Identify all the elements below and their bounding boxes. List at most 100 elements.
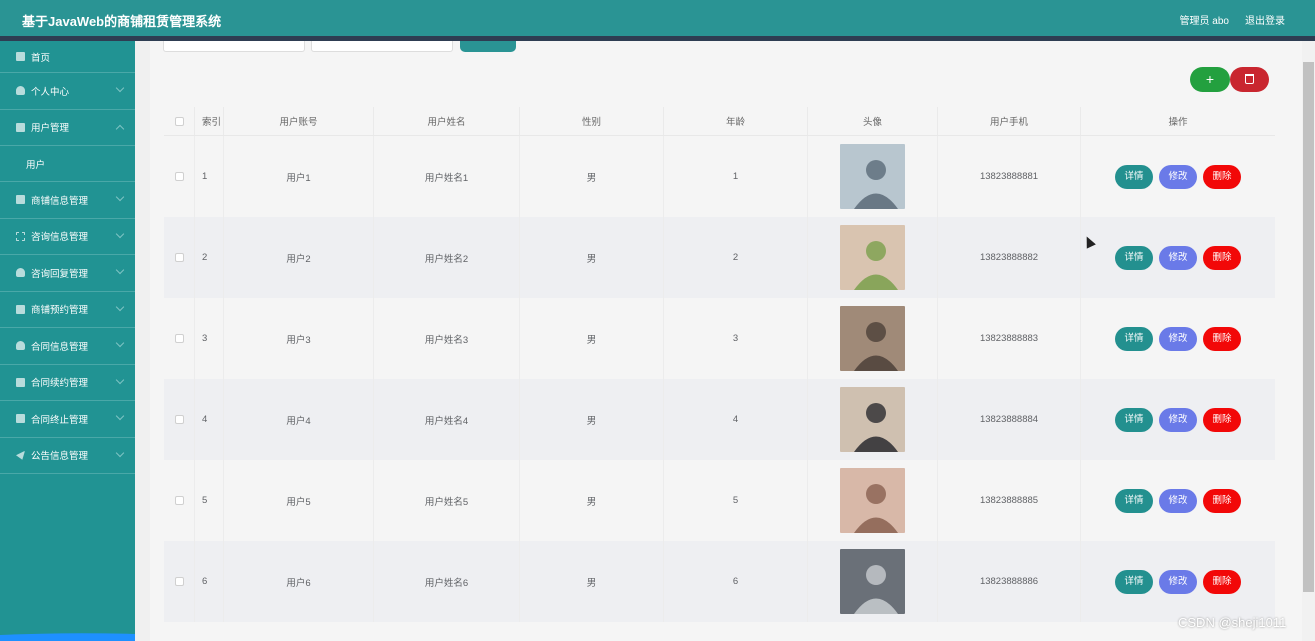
select-all-checkbox[interactable] xyxy=(174,116,184,126)
cell-gender: 男 xyxy=(520,298,664,379)
row-checkbox[interactable] xyxy=(174,172,184,181)
cell-age: 1 xyxy=(664,136,808,217)
row-checkbox[interactable] xyxy=(174,415,184,424)
watermark: CSDN @sheji1011 xyxy=(1178,615,1287,630)
edit-button[interactable]: 修改 xyxy=(1159,164,1197,189)
delete-button[interactable]: 删除 xyxy=(1203,245,1241,270)
delete-button[interactable]: 删除 xyxy=(1203,164,1241,189)
delete-button[interactable]: 删除 xyxy=(1203,488,1241,513)
sidebar-item-announcements[interactable]: 公告信息管理 xyxy=(0,438,135,474)
search-button[interactable] xyxy=(460,41,516,52)
sidebar-item-label: 合同信息管理 xyxy=(31,341,89,353)
chevron-down-icon xyxy=(115,448,125,457)
cell-select xyxy=(164,136,195,217)
column-header: 索引 xyxy=(195,107,224,135)
avatar xyxy=(840,549,905,614)
dashed-box-icon xyxy=(16,231,25,241)
search-input-name[interactable] xyxy=(311,41,453,52)
detail-button[interactable]: 详情 xyxy=(1115,164,1153,189)
cell-index: 2 xyxy=(195,217,224,298)
detail-button[interactable]: 详情 xyxy=(1115,569,1153,594)
main-content: + 索引 用户账号 用户姓名 性别 年龄 头像 用户手机 操作 1 用户1 用户姓名… xyxy=(150,41,1302,641)
cell-name: 用户姓名4 xyxy=(374,379,520,460)
cell-account: 用户3 xyxy=(224,298,374,379)
cell-gender: 男 xyxy=(520,217,664,298)
detail-button[interactable]: 详情 xyxy=(1115,245,1153,270)
detail-button[interactable]: 详情 xyxy=(1115,326,1153,351)
detail-button[interactable]: 详情 xyxy=(1115,488,1153,513)
cell-age: 6 xyxy=(664,541,808,622)
chart-icon xyxy=(16,304,25,314)
scrollbar-thumb[interactable] xyxy=(1303,62,1314,592)
detail-button[interactable]: 详情 xyxy=(1115,407,1153,432)
trash-icon xyxy=(1245,74,1254,84)
sidebar-item-user-management[interactable]: 用户管理 xyxy=(0,110,135,146)
app-title: 基于JavaWeb的商铺租赁管理系统 xyxy=(22,14,222,29)
row-checkbox[interactable] xyxy=(174,253,184,262)
cell-age: 2 xyxy=(664,217,808,298)
sidebar-item-consult-info[interactable]: 咨询信息管理 xyxy=(0,219,135,255)
cell-age: 4 xyxy=(664,379,808,460)
person-icon xyxy=(16,86,25,96)
current-user-label: 管理员 abo xyxy=(1179,16,1229,27)
avatar xyxy=(840,468,905,533)
cell-actions: 详情 修改 删除 xyxy=(1081,541,1275,622)
sidebar-item-shop-info[interactable]: 商铺信息管理 xyxy=(0,182,135,219)
row-checkbox[interactable] xyxy=(174,577,184,586)
avatar xyxy=(840,306,905,371)
sidebar-subitem-users[interactable]: 用户 xyxy=(0,146,135,182)
sidebar-item-label: 商铺预约管理 xyxy=(31,305,89,317)
sidebar-item-label: 个人中心 xyxy=(31,86,70,98)
cell-avatar xyxy=(808,298,938,379)
sidebar-item-label: 首页 xyxy=(31,52,51,64)
desk-icon xyxy=(16,414,25,424)
column-header: 用户手机 xyxy=(938,107,1081,135)
edit-button[interactable]: 修改 xyxy=(1159,488,1197,513)
row-checkbox[interactable] xyxy=(174,496,184,505)
cell-actions: 详情 修改 删除 xyxy=(1081,460,1275,541)
chevron-down-icon xyxy=(115,411,125,421)
edit-button[interactable]: 修改 xyxy=(1159,326,1197,351)
cell-index: 1 xyxy=(195,136,224,217)
cell-gender: 男 xyxy=(520,136,664,217)
sidebar-item-home[interactable]: 首页 xyxy=(0,41,135,73)
cell-actions: 详情 修改 删除 xyxy=(1081,136,1275,217)
cell-name: 用户姓名3 xyxy=(374,298,520,379)
cell-phone: 13823888882 xyxy=(938,217,1081,298)
table-header: 索引 用户账号 用户姓名 性别 年龄 头像 用户手机 操作 xyxy=(164,107,1275,136)
sidebar-item-shop-booking[interactable]: 商铺预约管理 xyxy=(0,292,135,328)
delete-button[interactable]: 删除 xyxy=(1203,569,1241,594)
delete-button[interactable]: 删除 xyxy=(1203,407,1241,432)
shop-icon xyxy=(16,195,25,205)
sidebar-item-label: 商铺信息管理 xyxy=(31,195,89,207)
add-button[interactable]: + xyxy=(1190,67,1230,92)
cell-name: 用户姓名5 xyxy=(374,460,520,541)
batch-delete-button[interactable] xyxy=(1230,67,1269,92)
edit-button[interactable]: 修改 xyxy=(1159,569,1197,594)
column-header: 性别 xyxy=(520,107,664,135)
sidebar-item-contract-renewal[interactable]: 合同续约管理 xyxy=(0,365,135,401)
edit-button[interactable]: 修改 xyxy=(1159,245,1197,270)
logout-link[interactable]: 退出登录 xyxy=(1245,12,1285,27)
cell-select xyxy=(164,217,195,298)
sidebar-item-profile[interactable]: 个人中心 xyxy=(0,73,135,110)
sidebar-item-contract-info[interactable]: 合同信息管理 xyxy=(0,328,135,365)
cell-avatar xyxy=(808,217,938,298)
cell-actions: 详情 修改 删除 xyxy=(1081,298,1275,379)
sidebar-item-label: 咨询信息管理 xyxy=(31,232,89,244)
row-checkbox[interactable] xyxy=(174,334,184,343)
sidebar-item-consult-reply[interactable]: 咨询回复管理 xyxy=(0,255,135,292)
cell-age: 5 xyxy=(664,460,808,541)
cell-actions: 详情 修改 删除 xyxy=(1081,379,1275,460)
building-icon xyxy=(16,377,25,387)
delete-button[interactable]: 删除 xyxy=(1203,326,1241,351)
edit-button[interactable]: 修改 xyxy=(1159,407,1197,432)
sidebar-item-contract-termination[interactable]: 合同终止管理 xyxy=(0,401,135,438)
cell-phone: 13823888886 xyxy=(938,541,1081,622)
cell-account: 用户6 xyxy=(224,541,374,622)
cell-phone: 13823888883 xyxy=(938,298,1081,379)
cell-avatar xyxy=(808,541,938,622)
search-input-account[interactable] xyxy=(163,41,305,52)
paper-plane-icon xyxy=(16,450,25,460)
avatar xyxy=(840,387,905,452)
